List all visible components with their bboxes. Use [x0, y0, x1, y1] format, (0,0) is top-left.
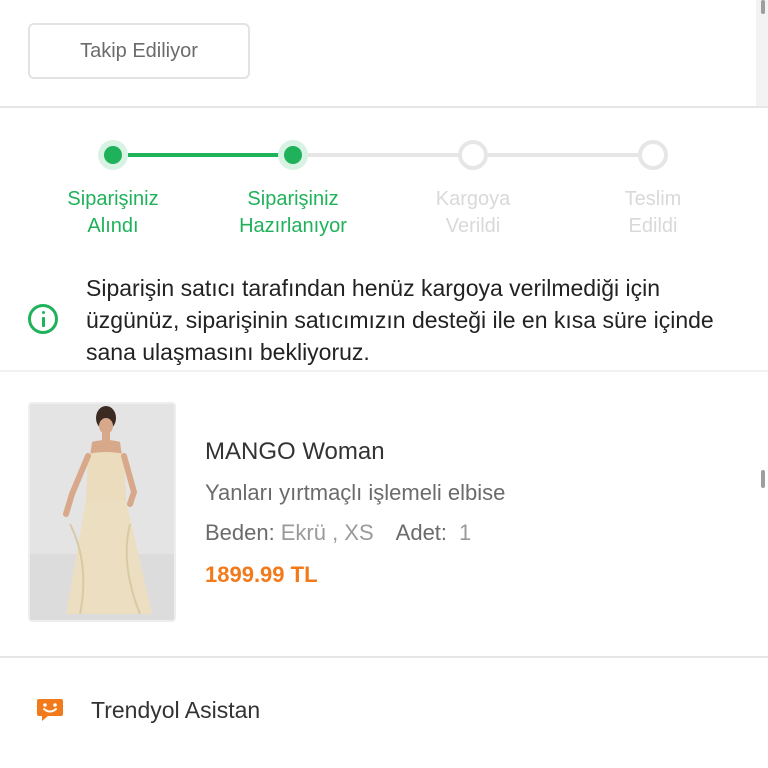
product-price: 1899.99 TL: [205, 562, 318, 587]
following-button[interactable]: Takip Ediliyor: [28, 23, 250, 79]
step-dot-shipped: [458, 140, 488, 170]
step-label-ordered: Siparişiniz Alındı: [33, 186, 193, 240]
scrollbar-track[interactable]: [756, 0, 768, 108]
assistant-label: Trendyol Asistan: [91, 696, 261, 723]
delay-notice: Siparişin satıcı tarafından henüz kargoy…: [28, 272, 748, 368]
chat-bot-icon: [36, 697, 64, 723]
step-label-line: Siparişiniz: [67, 188, 159, 210]
trendyol-assistant-row[interactable]: Trendyol Asistan: [0, 680, 768, 740]
product-card[interactable]: MANGO Woman Yanları yırtmaçlı işlemeli e…: [0, 370, 768, 658]
quantity-label: Adet:: [395, 520, 448, 545]
dress-photo: [30, 404, 174, 620]
step-label-delivered: Teslim Edildi: [573, 186, 733, 240]
size-value: Ekrü , XS: [280, 520, 374, 545]
step-connector-1: [128, 153, 280, 157]
step-connector-2: [308, 153, 460, 157]
step-label-line: Verildi: [445, 215, 501, 237]
step-dot-ordered: [98, 140, 128, 170]
step-label-shipped: Kargoya Verildi: [393, 186, 553, 240]
step-dot-delivered: [638, 140, 668, 170]
notice-text: Siparişin satıcı tarafından henüz kargoy…: [86, 275, 714, 365]
step-label-line: Alındı: [87, 215, 139, 237]
info-icon: [28, 304, 58, 334]
product-attributes: Beden: Ekrü , XS Adet: 1: [205, 520, 471, 546]
scrollbar-thumb[interactable]: [761, 0, 765, 14]
order-status-stepper: Siparişiniz Alındı Siparişiniz Hazırlanı…: [0, 140, 768, 250]
step-label-line: Siparişiniz: [247, 188, 339, 210]
step-label-line: Teslim: [624, 188, 682, 210]
step-connector-3: [488, 153, 640, 157]
step-dot-preparing: [278, 140, 308, 170]
step-label-line: Hazırlanıyor: [239, 215, 347, 237]
product-image[interactable]: [28, 402, 176, 622]
size-label: Beden:: [205, 520, 275, 545]
step-label-preparing: Siparişiniz Hazırlanıyor: [213, 186, 373, 240]
step-label-line: Edildi: [628, 215, 678, 237]
quantity-value: 1: [459, 520, 472, 545]
divider: [0, 106, 768, 108]
product-brand: MANGO Woman: [205, 438, 385, 465]
product-name: Yanları yırtmaçlı işlemeli elbise: [205, 480, 506, 505]
step-label-line: Kargoya: [435, 188, 511, 210]
